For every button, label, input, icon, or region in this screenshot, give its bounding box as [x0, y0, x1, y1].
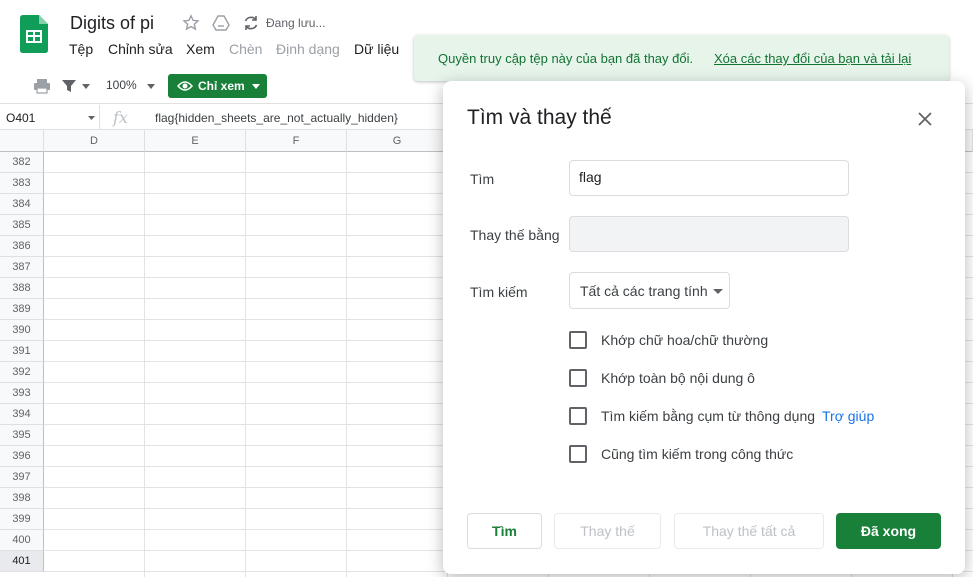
- column-gridline: [144, 152, 145, 577]
- row-header[interactable]: 394: [0, 404, 44, 425]
- find-input[interactable]: [579, 169, 839, 185]
- row-header[interactable]: 383: [0, 173, 44, 194]
- row-header[interactable]: 388: [0, 278, 44, 299]
- column-header[interactable]: E: [145, 130, 246, 152]
- help-link[interactable]: Trợ giúp: [822, 408, 874, 424]
- find-label: Tìm: [470, 171, 495, 187]
- match-entire-cell-label: Khớp toàn bộ nội dung ô: [601, 370, 755, 386]
- row-header[interactable]: 398: [0, 488, 44, 509]
- row-header[interactable]: 385: [0, 215, 44, 236]
- filter-icon[interactable]: [61, 78, 77, 94]
- search-formulas-checkbox[interactable]: [569, 445, 587, 463]
- regex-checkbox[interactable]: [569, 407, 587, 425]
- sync-icon: [244, 16, 258, 30]
- toast-message: Quyền truy cập tệp này của bạn đã thay đ…: [438, 51, 694, 66]
- column-gridline: [245, 152, 246, 577]
- grid-corner[interactable]: [0, 130, 44, 152]
- row-header[interactable]: 392: [0, 362, 44, 383]
- replace-label: Thay thế bằng: [470, 227, 560, 243]
- search-scope-label: Tìm kiếm: [470, 284, 528, 300]
- row-header[interactable]: 400: [0, 530, 44, 551]
- replace-all-button[interactable]: Thay thế tất cả: [674, 513, 824, 549]
- view-only-label: Chỉ xem: [198, 79, 245, 93]
- row-header[interactable]: 393: [0, 383, 44, 404]
- row-header[interactable]: 396: [0, 446, 44, 467]
- done-button[interactable]: Đã xong: [836, 513, 941, 549]
- column-gridline: [346, 152, 347, 577]
- row-header[interactable]: 384: [0, 194, 44, 215]
- move-to-drive-icon[interactable]: [212, 14, 230, 32]
- chevron-down-icon: [88, 116, 95, 120]
- match-entire-cell-checkbox[interactable]: [569, 369, 587, 387]
- name-box[interactable]: O401: [0, 105, 100, 130]
- saving-status: Đang lưu...: [266, 16, 326, 30]
- chevron-down-icon[interactable]: [147, 84, 155, 89]
- dialog-title: Tìm và thay thế: [467, 106, 612, 129]
- chevron-down-icon[interactable]: [82, 84, 90, 89]
- menu-data[interactable]: Dữ liệu: [354, 41, 399, 57]
- menu-view[interactable]: Xem: [186, 41, 215, 57]
- replace-field[interactable]: [569, 216, 849, 252]
- match-case-label: Khớp chữ hoa/chữ thường: [601, 332, 769, 348]
- cell-reference: O401: [6, 111, 36, 125]
- replace-input[interactable]: [579, 225, 839, 241]
- match-case-checkbox[interactable]: [569, 331, 587, 349]
- search-scope-select[interactable]: Tất cả các trang tính: [569, 272, 730, 309]
- find-button[interactable]: Tìm: [467, 513, 542, 549]
- view-only-button[interactable]: Chỉ xem: [168, 74, 267, 98]
- regex-label: Tìm kiếm bằng cụm từ thông dụng: [601, 408, 816, 424]
- find-field[interactable]: [569, 160, 849, 196]
- column-header[interactable]: G: [347, 130, 448, 152]
- fx-icon: fx: [113, 108, 128, 127]
- menu-edit[interactable]: Chỉnh sửa: [108, 41, 173, 57]
- sheets-logo-icon[interactable]: [20, 15, 48, 53]
- chevron-down-icon: [252, 84, 260, 89]
- row-header[interactable]: 390: [0, 320, 44, 341]
- row-header[interactable]: 391: [0, 341, 44, 362]
- formula-input[interactable]: flag{hidden_sheets_are_not_actually_hidd…: [155, 111, 398, 125]
- search-scope-value: Tất cả các trang tính: [580, 283, 708, 299]
- menu-insert[interactable]: Chèn: [229, 41, 262, 57]
- row-header[interactable]: 389: [0, 299, 44, 320]
- row-header[interactable]: 382: [0, 152, 44, 173]
- row-header[interactable]: 386: [0, 236, 44, 257]
- close-icon[interactable]: [913, 107, 937, 131]
- menu-format[interactable]: Định dạng: [276, 41, 340, 57]
- column-header[interactable]: D: [44, 130, 145, 152]
- replace-button[interactable]: Thay thế: [554, 513, 661, 549]
- row-header[interactable]: 395: [0, 425, 44, 446]
- row-header[interactable]: 401: [0, 551, 44, 572]
- document-title[interactable]: Digits of pi: [70, 13, 154, 34]
- row-header[interactable]: 397: [0, 467, 44, 488]
- star-icon[interactable]: [182, 14, 200, 32]
- eye-icon: [177, 81, 193, 91]
- row-header[interactable]: 399: [0, 509, 44, 530]
- access-changed-toast: Quyền truy cập tệp này của bạn đã thay đ…: [414, 35, 949, 81]
- caret-down-icon: [713, 289, 723, 294]
- search-formulas-label: Cũng tìm kiếm trong công thức: [601, 446, 794, 462]
- menu-file[interactable]: Tệp: [69, 41, 93, 57]
- row-header[interactable]: 387: [0, 257, 44, 278]
- discard-and-reload-link[interactable]: Xóa các thay đổi của bạn và tải lại: [714, 51, 911, 66]
- find-replace-dialog: Tìm và thay thế Tìm Thay thế bằng Tìm ki…: [443, 81, 965, 574]
- zoom-select[interactable]: 100%: [106, 78, 137, 92]
- column-header[interactable]: F: [246, 130, 347, 152]
- print-icon[interactable]: [33, 77, 51, 95]
